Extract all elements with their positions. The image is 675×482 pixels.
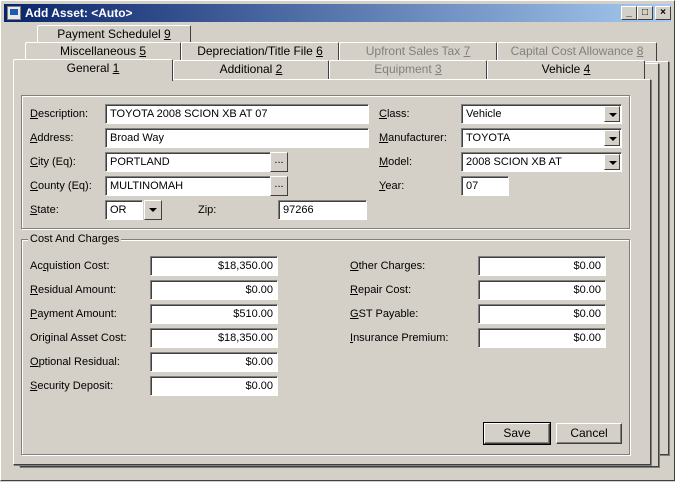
class-label: Class: [379,108,410,120]
state-label: State: [30,204,59,216]
manufacturer-select[interactable]: TOYOTA [461,128,622,148]
label-text: ther Charges: [358,260,426,272]
label-text: escription: [37,108,89,120]
add-asset-window: Add Asset: <Auto> _ □ × Payment Schedule… [0,0,675,481]
description-label: Description: [30,108,88,120]
zip-field[interactable]: 97266 [278,200,367,220]
manufacturer-label: Manufacturer: [379,132,447,144]
label-text: ST Payable: [358,308,419,320]
label-accelerator: C [30,180,38,192]
tab-label: General [66,61,113,75]
chevron-down-icon [149,208,157,212]
label-accelerator: O [350,260,359,272]
label-accelerator: D [30,108,38,120]
repair-cost-field[interactable]: $0.00 [478,280,606,300]
class-select[interactable]: Vehicle [461,104,622,124]
original-asset-cost-label: Original Asset Cost: [30,332,127,344]
label-accelerator: C [30,156,38,168]
other-charges-label: Other Charges: [350,260,425,272]
label-text: anufacturer: [388,132,447,144]
label-text: Ac [30,260,43,272]
optional-residual-field[interactable]: $0.00 [150,352,278,372]
original-asset-cost-field[interactable]: $18,350.00 [150,328,278,348]
payment-amount-field[interactable]: $510.00 [150,304,278,324]
label-text: esidual Amount: [37,284,117,296]
label-text: ptional Residual: [38,356,120,368]
manufacturer-select-value: TOYOTA [466,132,511,144]
label-accelerator: G [350,308,359,320]
label-text: nsurance Premium: [353,332,449,344]
state-dropdown-button[interactable] [144,200,162,220]
other-charges-field[interactable]: $0.00 [478,256,606,276]
model-select[interactable]: 2008 SCION XB AT [461,152,622,172]
insurance-premium-label: Insurance Premium: [350,332,448,344]
chevron-down-icon[interactable] [604,106,620,122]
acquisition-cost-field[interactable]: $18,350.00 [150,256,278,276]
save-button[interactable]: Save [483,422,551,445]
security-deposit-field[interactable]: $0.00 [150,376,278,396]
tab-accelerator: 1 [112,61,120,75]
city-label: City (Eq): [30,156,76,168]
chevron-down-icon[interactable] [604,130,620,146]
zip-label: Zip: [198,204,217,216]
label-accelerator: R [30,284,38,296]
address-label: Address: [30,132,73,144]
year-label: Year: [379,180,404,192]
label-text: tate: [37,204,59,216]
label-accelerator: M [379,156,389,168]
description-field[interactable]: TOYOTA 2008 SCION XB AT 07 [105,104,369,124]
label-text: ity (Eq): [37,156,76,168]
insurance-premium-field[interactable]: $0.00 [478,328,606,348]
label-accelerator: C [379,108,387,120]
security-deposit-label: Security Deposit: [30,380,113,392]
label-accelerator: O [30,356,39,368]
residual-amount-label: Residual Amount: [30,284,116,296]
gst-payable-field[interactable]: $0.00 [478,304,606,324]
label-accelerator: M [379,132,389,144]
label-text: ear: [385,180,405,192]
gst-payable-label: GST Payable: [350,308,418,320]
cost-charges-title: Cost And Charges [28,233,122,245]
label-text: ounty (Eq): [37,180,92,192]
payment-amount-label: Payment Amount: [30,308,117,320]
label-text: ddress: [37,132,74,144]
chevron-down-icon[interactable] [604,154,620,170]
county-label: County (Eq): [30,180,92,192]
residual-amount-field[interactable]: $0.00 [150,280,278,300]
tab-general[interactable]: General 1 [13,59,173,81]
label-text: epair Cost: [357,284,412,296]
optional-residual-label: Optional Residual: [30,356,120,368]
county-field[interactable]: MULTINOMAH [105,176,271,196]
label-text: ayment Amount: [37,308,117,320]
label-text: uistion Cost: [48,260,110,272]
acquisition-cost-label: Acquistion Cost: [30,260,110,272]
county-lookup-button[interactable]: ... [270,176,288,196]
state-field[interactable]: OR [105,200,143,220]
model-select-value: 2008 SCION XB AT [466,156,562,168]
city-field[interactable]: PORTLAND [105,152,271,172]
label-text: ecurity Deposit: [37,380,114,392]
year-field[interactable]: 07 [461,176,509,196]
label-accelerator: R [350,284,358,296]
cancel-button[interactable]: Cancel [556,423,622,444]
repair-cost-label: Repair Cost: [350,284,411,296]
address-field[interactable]: Broad Way [105,128,369,148]
class-select-value: Vehicle [466,108,502,120]
label-text: odel: [388,156,413,168]
city-lookup-button[interactable]: ... [270,152,288,172]
label-text: lass: [386,108,410,120]
model-label: Model: [379,156,412,168]
